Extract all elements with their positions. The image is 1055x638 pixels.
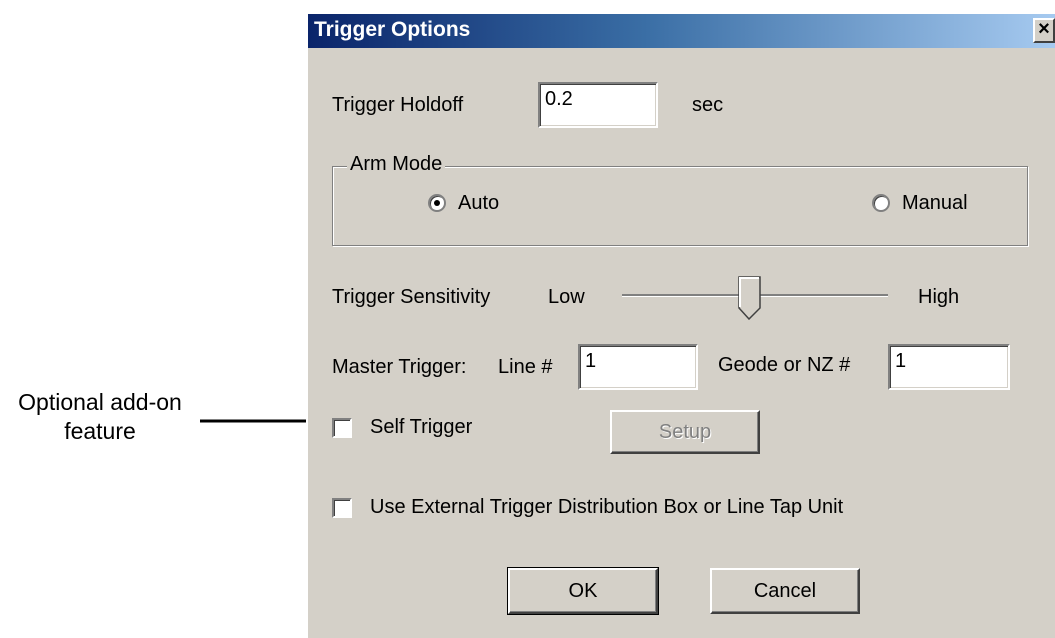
line-number-input[interactable]: 1: [578, 344, 698, 390]
close-icon: ×: [1038, 18, 1050, 40]
geode-number-label: Geode or NZ #: [718, 354, 851, 376]
arm-mode-legend: Arm Mode: [347, 153, 446, 176]
title-bar[interactable]: Trigger Options ×: [308, 14, 1055, 48]
self-trigger-label[interactable]: Self Trigger: [370, 416, 472, 439]
sensitivity-high-label: High: [918, 286, 960, 308]
trigger-sensitivity-label: Trigger Sensitivity: [332, 286, 491, 308]
external-box-checkbox[interactable]: [332, 498, 352, 518]
radio-manual-label[interactable]: Manual: [902, 192, 968, 215]
dialog-title: Trigger Options: [314, 18, 471, 41]
annotation-line-1: Optional add-on: [18, 389, 182, 415]
geode-number-value: 1: [895, 350, 907, 372]
holdoff-unit-label: sec: [692, 94, 724, 116]
external-box-label[interactable]: Use External Trigger Distribution Box or…: [370, 496, 843, 519]
geode-number-input[interactable]: 1: [888, 344, 1010, 390]
master-trigger-label: Master Trigger:: [332, 356, 467, 378]
radio-manual-circle[interactable]: [872, 194, 890, 212]
trigger-options-dialog: Trigger Options × Trigger Holdoff 0.2 se…: [306, 12, 1055, 638]
ok-button[interactable]: OK: [507, 567, 659, 615]
sensitivity-slider-thumb[interactable]: [738, 276, 762, 320]
annotation-text: Optional add-on feature: [0, 388, 200, 446]
annotation-line-2: feature: [64, 418, 136, 444]
radio-auto-label[interactable]: Auto: [458, 192, 499, 215]
trigger-holdoff-value: 0.2: [545, 88, 573, 110]
setup-button[interactable]: Setup: [610, 410, 760, 454]
line-number-value: 1: [585, 350, 597, 372]
line-number-label: Line #: [498, 356, 553, 378]
trigger-holdoff-input[interactable]: 0.2: [538, 82, 658, 128]
sensitivity-low-label: Low: [548, 286, 585, 308]
radio-selected-dot-icon: [434, 200, 440, 206]
cancel-button[interactable]: Cancel: [710, 568, 860, 614]
self-trigger-checkbox[interactable]: [332, 418, 352, 438]
radio-auto-circle[interactable]: [428, 194, 446, 212]
close-button[interactable]: ×: [1033, 18, 1055, 43]
trigger-holdoff-label: Trigger Holdoff: [332, 94, 464, 116]
